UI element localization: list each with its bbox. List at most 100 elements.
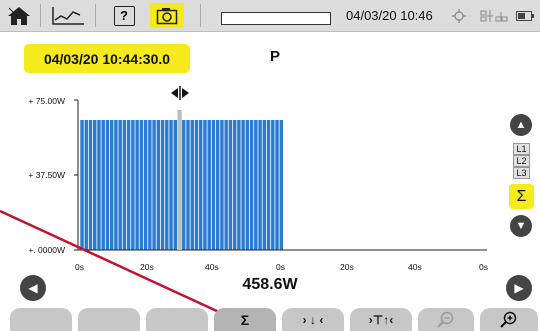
power-bar [279,120,283,250]
goto-max-function-key[interactable]: ›⊤↑‹ [350,308,412,331]
power-bar [131,120,135,250]
power-bar [122,120,127,250]
power-bar [105,120,110,250]
cursor-left-button[interactable]: ◀ [20,275,46,301]
zoom-out-icon [437,311,454,328]
y-tick-label: + 37.50W [28,170,65,180]
power-bar [156,120,161,250]
power-bar [245,120,250,250]
sum-phase-toggle[interactable]: Σ [509,184,534,209]
function-key-3[interactable] [146,308,208,331]
power-bar [126,120,131,250]
arrow-up-icon: ▲ [515,119,527,131]
power-bar [266,120,271,250]
power-bar [232,120,237,250]
arrow-left-icon: ◀ [28,281,38,295]
snapshot-timestamp-badge: 04/03/20 10:44:30.0 [24,44,190,73]
home-icon[interactable] [2,0,36,31]
snapshot-icon[interactable] [150,3,184,28]
function-key-2[interactable] [78,308,140,331]
zoom-in-function-key[interactable] [480,308,538,331]
annotation-pointer-line [0,209,233,320]
power-bar [254,120,258,250]
power-bar [199,120,203,250]
phase-l3-toggle[interactable]: L3 [513,167,530,179]
zoom-out-function-key[interactable] [418,308,474,331]
power-bar [109,120,114,250]
scroll-down-button[interactable]: ▼ [510,215,532,237]
arrow-right-icon: ▶ [514,281,524,295]
power-bar [88,120,93,250]
goto-min-icon: › ↓ ‹ [302,312,324,327]
power-bar [143,120,148,250]
power-bar [84,120,88,250]
x-tick-label: 40s [205,262,219,272]
power-bar [173,120,178,250]
power-bar [139,120,144,250]
x-tick-label: 20s [340,262,354,272]
power-bar [114,120,118,250]
phase-l1-toggle[interactable]: L1 [513,143,530,155]
power-bar [207,120,211,250]
y-tick-label: + 75.00W [28,96,65,106]
x-tick-label: 40s [408,262,422,272]
power-bar [160,120,165,250]
toolbar-separator [95,4,96,27]
gps-icon [450,0,468,31]
goto-min-function-key[interactable]: › ↓ ‹ [282,308,344,331]
arrow-down-icon: ▼ [515,220,527,232]
power-bar [182,120,186,250]
cursor-line [177,110,182,250]
power-bar [169,120,173,250]
x-tick-label: 20s [140,262,154,272]
power-bar [186,120,190,250]
top-bar: ? 04/03/20 10:46 [0,0,540,32]
progress-status-box [221,12,331,25]
cursor-right-button[interactable]: ▶ [506,275,532,301]
power-bar [241,120,245,250]
power-bar [190,120,194,250]
power-bar [152,120,156,250]
power-bar [101,120,105,250]
system-datetime: 04/03/20 10:46 [346,8,433,23]
x-tick-label: 0s [75,262,84,272]
power-bar [148,120,152,250]
bars-group [80,120,283,250]
power-bar [203,120,207,250]
power-bar [228,120,233,250]
goto-max-icon: ›⊤↑‹ [368,312,394,327]
phase-l2-toggle[interactable]: L2 [513,155,530,167]
battery-icon [514,0,536,31]
sigma-icon: Σ [240,311,250,328]
power-bar [262,120,267,250]
scroll-up-button[interactable]: ▲ [510,114,532,136]
power-bar [97,120,101,250]
help-label: ? [113,5,135,26]
trend-curve-icon[interactable] [46,0,90,31]
power-bar [220,120,224,250]
power-bar [275,120,279,250]
power-bar [271,120,275,250]
help-icon[interactable]: ? [110,0,138,31]
power-bar [93,120,97,250]
y-tick-label: +. 0000W [28,245,65,255]
power-bar [194,120,199,250]
power-bar [165,120,169,250]
toolbar-separator [200,4,201,27]
power-bar [215,120,220,250]
function-key-1[interactable] [10,308,72,331]
power-bar [80,120,84,250]
parameter-title: P [270,48,281,65]
network-icon [479,0,509,31]
x-tick-label: 0s [276,262,285,272]
power-bar [249,120,254,250]
toolbar-separator [40,4,41,27]
cursor-value: 458.6W [242,276,298,293]
power-bar [135,120,139,250]
cursor-handle-icon [171,86,189,100]
power-bar [211,120,216,250]
sum-function-key[interactable]: Σ [214,308,276,331]
power-bar [118,120,122,250]
power-bar [224,120,228,250]
x-tick-label: 0s [479,262,488,272]
